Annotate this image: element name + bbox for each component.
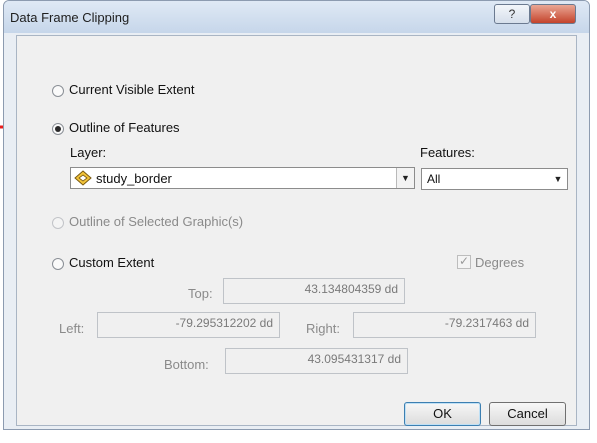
features-combobox[interactable]: All ▼ [421, 168, 568, 190]
top-extent-field: 43.134804359 dd [223, 278, 405, 304]
left-extent-field: -79.295312202 dd [97, 312, 280, 338]
degrees-checkbox: ✓ [457, 254, 471, 269]
layer-diamond-icon [74, 170, 92, 186]
layer-label: Layer: [70, 145, 107, 160]
outline-of-features-label[interactable]: Outline of Features [69, 120, 180, 135]
custom-extent-radio[interactable] [52, 258, 64, 270]
chevron-down-icon[interactable]: ▼ [396, 168, 414, 188]
help-button[interactable]: ? [494, 4, 530, 24]
outline-selected-graphics-radio [52, 217, 64, 229]
right-label: Right: [306, 321, 340, 336]
outline-of-features-radio[interactable] [52, 123, 64, 135]
check-icon: ✓ [459, 254, 470, 268]
bottom-extent-field: 43.095431317 dd [225, 348, 408, 374]
dialog-client-area: Current Visible Extent Outline of Featur… [16, 35, 577, 426]
degrees-label: Degrees [475, 255, 525, 270]
current-visible-extent-label[interactable]: Current Visible Extent [69, 82, 195, 97]
chevron-down-icon[interactable]: ▼ [549, 169, 567, 189]
window-title: Data Frame Clipping [10, 10, 130, 25]
close-icon: x [549, 7, 557, 21]
outline-selected-graphics-label: Outline of Selected Graphic(s) [69, 214, 244, 229]
current-visible-extent-radio[interactable] [52, 85, 64, 97]
layer-combobox[interactable]: study_border ▼ [70, 167, 415, 189]
right-extent-field: -79.2317463 dd [353, 312, 536, 338]
close-button[interactable]: x [530, 4, 576, 24]
features-value: All [427, 172, 441, 186]
title-bar[interactable]: Data Frame Clipping ? x [4, 1, 589, 33]
left-label: Left: [59, 321, 85, 336]
custom-extent-label[interactable]: Custom Extent [69, 255, 154, 270]
radio-selected-dot [55, 126, 61, 132]
features-label: Features: [420, 145, 475, 160]
dialog-window: Data Frame Clipping ? x Current Visible … [3, 0, 590, 430]
cancel-button[interactable]: Cancel [489, 402, 566, 426]
layer-value: study_border [96, 171, 172, 186]
help-icon: ? [508, 7, 516, 21]
bottom-label: Bottom: [164, 357, 209, 372]
ok-button[interactable]: OK [404, 402, 481, 426]
top-label: Top: [188, 286, 213, 301]
